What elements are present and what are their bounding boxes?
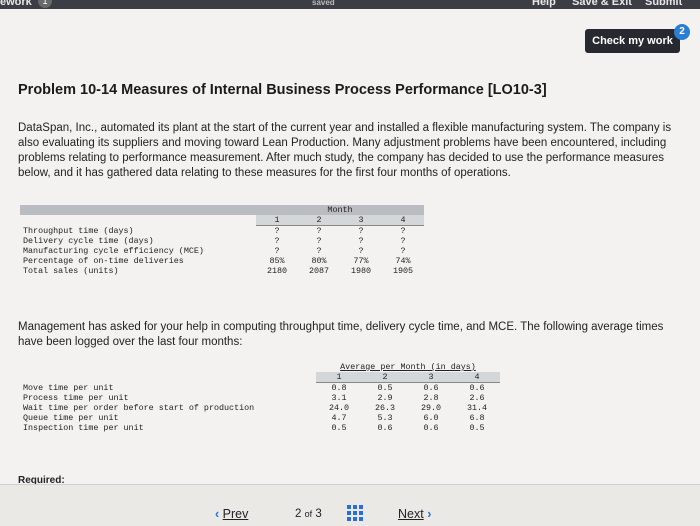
cell: ?: [358, 246, 364, 256]
table-row: Delivery cycle time (days) ? ? ? ?: [20, 236, 424, 246]
cell: 2.8: [423, 393, 439, 403]
cell: 26.3: [374, 403, 396, 413]
cell: 2087: [308, 266, 330, 276]
month-col-3: 3: [340, 215, 382, 226]
cell: ?: [316, 236, 322, 246]
table-row: Queue time per unit 4.7 5.3 6.0 6.8: [20, 413, 500, 423]
next-button[interactable]: Next ›: [398, 507, 431, 521]
cell: 0.8: [331, 383, 347, 393]
page-indicator: 2 of 3: [295, 508, 322, 520]
submit-button[interactable]: Submit: [645, 0, 682, 8]
cell: 5.3: [377, 413, 393, 423]
assignment-label: ework: [0, 0, 32, 8]
cell: ?: [400, 236, 406, 246]
cell: 24.0: [328, 403, 350, 413]
cell: ?: [274, 246, 280, 256]
table-row: Inspection time per unit 0.5 0.6 0.6 0.5: [20, 423, 500, 435]
row-label: Total sales (units): [23, 266, 119, 276]
cell: 1905: [392, 266, 414, 276]
table-row: Total sales (units) 2180 2087 1980 1905: [20, 266, 424, 276]
cell: 77%: [353, 256, 369, 266]
cell: ?: [358, 226, 364, 236]
cell: 0.5: [377, 383, 393, 393]
row-label: Delivery cycle time (days): [23, 236, 154, 246]
saved-status: saved: [312, 0, 335, 7]
month-header: Month: [256, 205, 424, 215]
month-col-1: 1: [316, 372, 362, 383]
cell: 80%: [311, 256, 327, 266]
month-col-4: 4: [382, 215, 424, 226]
problem-title: Problem 10-14 Measures of Internal Busin…: [18, 82, 547, 98]
cell: 31.4: [466, 403, 488, 413]
table-row: Wait time per order before start of prod…: [20, 403, 500, 413]
cell: 85%: [269, 256, 285, 266]
performance-measures-table: Month 1 2 3 4 Throughput time (days) ? ?…: [20, 205, 424, 276]
row-label: Queue time per unit: [23, 413, 119, 423]
save-exit-button[interactable]: Save & Exit: [572, 0, 632, 8]
cell: 2.6: [469, 393, 485, 403]
month-col-3: 3: [408, 372, 454, 383]
grid-icon[interactable]: [347, 505, 363, 521]
cell: 1980: [350, 266, 372, 276]
check-my-work-button[interactable]: Check my work: [585, 29, 680, 53]
page-of: of: [304, 509, 313, 519]
page-total: 3: [315, 508, 322, 520]
month-col-2: 2: [298, 215, 340, 226]
cell: 0.6: [377, 423, 393, 433]
cell: ?: [274, 236, 280, 246]
cell: ?: [400, 226, 406, 236]
table-row: Throughput time (days) ? ? ? ?: [20, 226, 424, 237]
row-label: Manufacturing cycle efficiency (MCE): [23, 246, 204, 256]
next-label: Next: [398, 507, 424, 521]
top-toolbar: ework 1 saved Help Save & Exit Submit: [0, 0, 700, 9]
cell: 29.0: [420, 403, 442, 413]
check-count-badge: 2: [674, 24, 690, 40]
cell: ?: [358, 236, 364, 246]
prev-label: Prev: [222, 507, 249, 521]
cell: 4.7: [331, 413, 347, 423]
table-row: Percentage of on-time deliveries 85% 80%…: [20, 256, 424, 266]
table-row: Manufacturing cycle efficiency (MCE) ? ?…: [20, 246, 424, 256]
cell: 6.0: [423, 413, 439, 423]
month-col-2: 2: [362, 372, 408, 383]
cell: 0.6: [469, 383, 485, 393]
cell: 0.6: [423, 423, 439, 433]
row-label: Wait time per order before start of prod…: [23, 403, 255, 413]
problem-intro: DataSpan, Inc., automated its plant at t…: [18, 122, 672, 179]
month-col-4: 4: [454, 372, 500, 383]
cell: ?: [274, 226, 280, 236]
cell: 74%: [395, 256, 411, 266]
table-row: Move time per unit 0.8 0.5 0.6 0.6: [20, 383, 500, 394]
cell: ?: [316, 226, 322, 236]
chevron-right-icon: ›: [427, 507, 432, 521]
row-label: Inspection time per unit: [23, 423, 144, 433]
average-times-table: Average per Month (in days) 1 2 3 4 Move…: [20, 362, 500, 435]
row-label: Process time per unit: [23, 393, 129, 403]
cell: 2.9: [377, 393, 393, 403]
table-row: Process time per unit 3.1 2.9 2.8 2.6: [20, 393, 500, 403]
cell: 0.5: [331, 423, 347, 433]
pagination-footer: ‹ Prev 2 of 3 Next ›: [0, 484, 700, 526]
cell: 3.1: [331, 393, 347, 403]
help-button[interactable]: Help: [532, 0, 556, 8]
cell: 6.8: [469, 413, 485, 423]
cell: 0.5: [469, 423, 485, 433]
alert-badge: 1: [38, 0, 52, 8]
prev-button[interactable]: ‹ Prev: [215, 507, 248, 521]
cell: ?: [316, 246, 322, 256]
month-col-1: 1: [256, 215, 298, 226]
chevron-left-icon: ‹: [215, 507, 220, 521]
row-label: Throughput time (days): [23, 225, 134, 236]
cell: 0.6: [423, 383, 439, 393]
average-header: Average per Month (in days): [340, 362, 476, 372]
page-current: 2: [295, 508, 302, 520]
cell: ?: [400, 246, 406, 256]
row-label: Move time per unit: [23, 382, 114, 393]
row-label: Percentage of on-time deliveries: [23, 256, 184, 266]
cell: 2180: [266, 266, 288, 276]
instructions-paragraph: Management has asked for your help in co…: [18, 321, 664, 348]
